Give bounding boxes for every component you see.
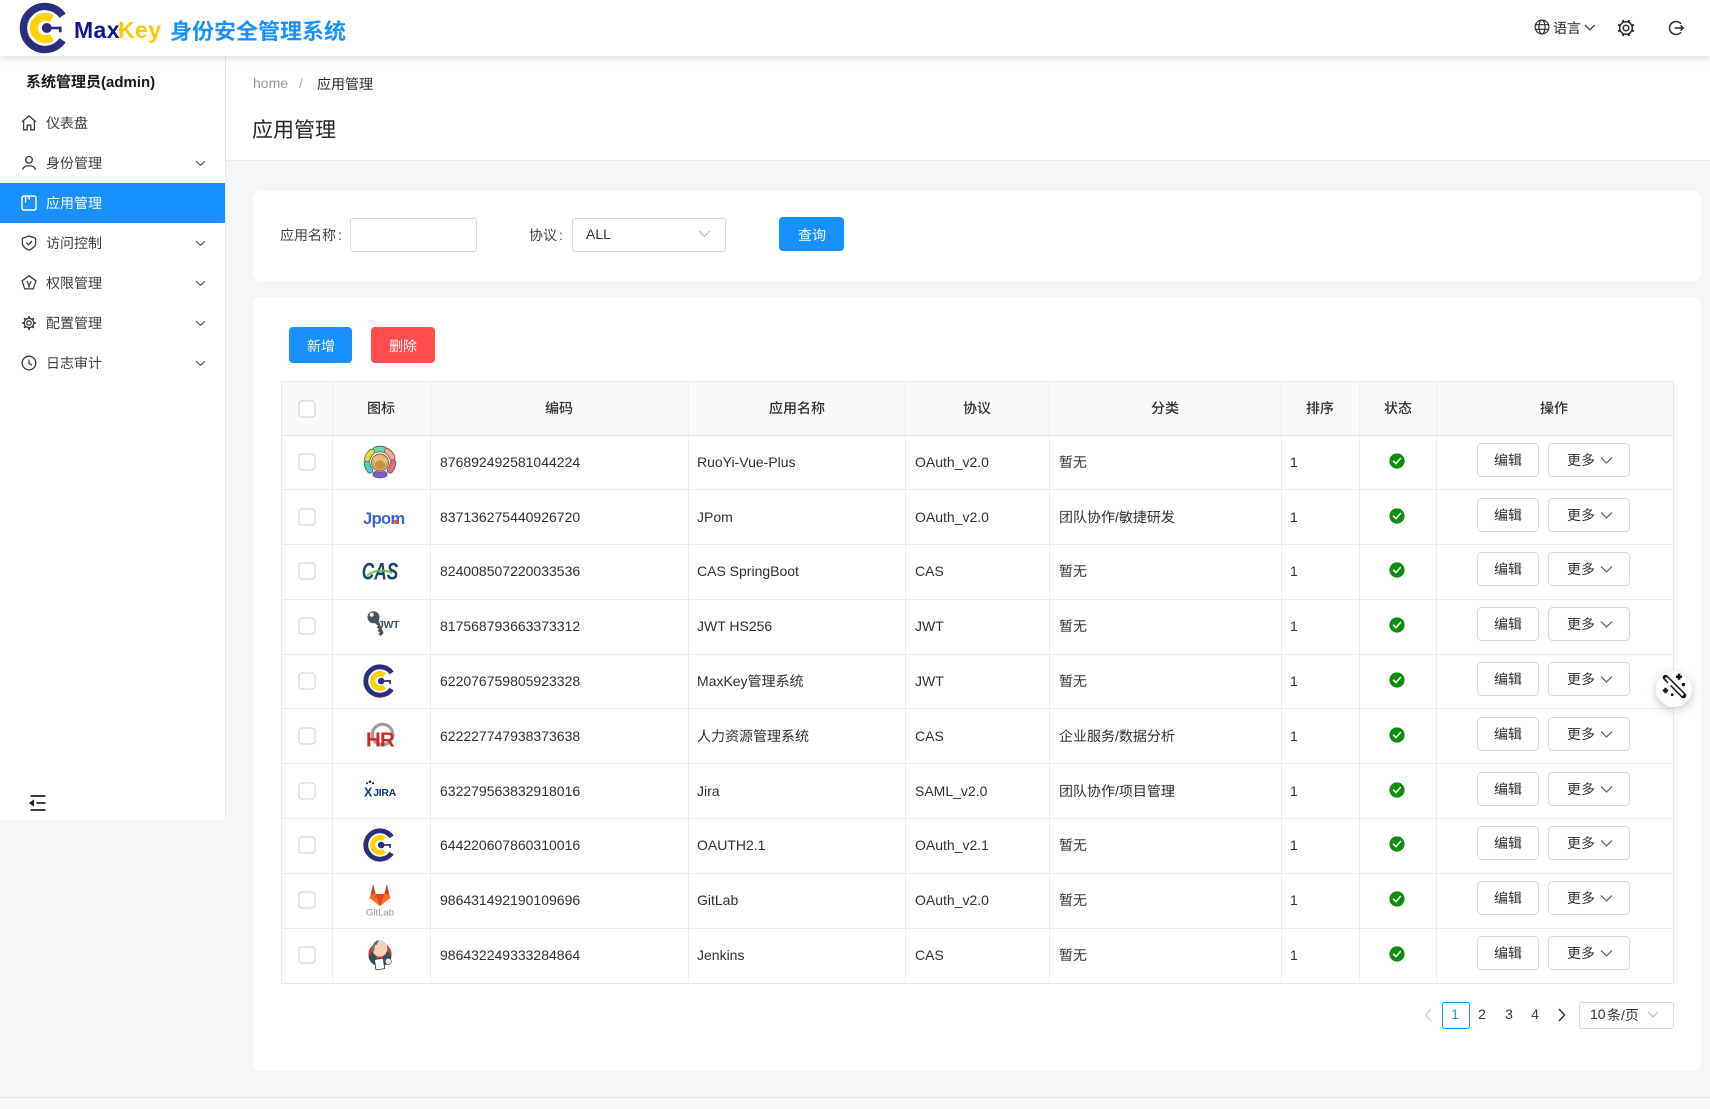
svg-text:OAUTH2.1: OAUTH2.1 [697, 837, 766, 853]
svg-text:4: 4 [1531, 1006, 1539, 1022]
svg-text:2: 2 [1478, 1006, 1486, 1022]
svg-text:OAuth_v2.0: OAuth_v2.0 [915, 509, 989, 525]
svg-text:837136275440926720: 837136275440926720 [440, 509, 580, 525]
svg-text:10: 10 [1590, 1006, 1606, 1022]
svg-text:HR: HR [366, 728, 395, 751]
svg-text:3: 3 [1505, 1006, 1513, 1022]
svg-text:824008507220033536: 824008507220033536 [440, 563, 580, 579]
svg-text:SAML_v2.0: SAML_v2.0 [915, 783, 988, 799]
svg-text:622076759805923328: 622076759805923328 [440, 673, 580, 689]
svg-text:CAS: CAS [915, 563, 944, 579]
svg-text:1: 1 [1290, 563, 1298, 579]
svg-text:JIRA: JIRA [373, 787, 396, 799]
svg-text:632279563832918016: 632279563832918016 [440, 783, 580, 799]
svg-text:1: 1 [1290, 892, 1298, 908]
svg-text:1: 1 [1290, 618, 1298, 634]
svg-text:1: 1 [1290, 454, 1298, 470]
svg-text:876892492581044224: 876892492581044224 [440, 454, 580, 470]
svg-text:1: 1 [1290, 673, 1298, 689]
svg-text:CAS SpringBoot: CAS SpringBoot [697, 563, 799, 579]
svg-text:home: home [253, 75, 288, 91]
svg-text:/: / [299, 75, 303, 91]
svg-text:ALL: ALL [586, 226, 611, 242]
svg-text:1: 1 [1290, 728, 1298, 744]
svg-text:622227747938373638: 622227747938373638 [440, 728, 580, 744]
svg-text:986431492190109696: 986431492190109696 [440, 892, 580, 908]
svg-text:JWT HS256: JWT HS256 [697, 618, 772, 634]
svg-text:Max: Max [74, 17, 120, 43]
svg-text:1: 1 [1290, 837, 1298, 853]
svg-text:GitLab: GitLab [697, 892, 738, 908]
svg-text:1: 1 [1290, 947, 1298, 963]
svg-text:1: 1 [1451, 1006, 1459, 1022]
svg-text:Key: Key [118, 17, 161, 43]
svg-text:JWT: JWT [915, 618, 944, 634]
svg-text:RuoYi-Vue-Plus: RuoYi-Vue-Plus [697, 454, 796, 470]
svg-text:X: X [364, 785, 373, 799]
svg-text:GitLab: GitLab [366, 908, 394, 919]
svg-text::: : [338, 227, 342, 243]
svg-text:CAS: CAS [915, 728, 944, 744]
svg-text:Jenkins: Jenkins [697, 947, 744, 963]
svg-text:986432249333284864: 986432249333284864 [440, 947, 580, 963]
svg-text:1: 1 [1290, 783, 1298, 799]
svg-text:CAS: CAS [361, 559, 398, 585]
svg-text:Jira: Jira [697, 783, 720, 799]
svg-text:JPom: JPom [697, 509, 733, 525]
svg-text:JWT: JWT [915, 673, 944, 689]
svg-text:JWT: JWT [378, 619, 400, 631]
svg-text:644220607860310016: 644220607860310016 [440, 837, 580, 853]
svg-text:1: 1 [1290, 509, 1298, 525]
svg-text:CAS: CAS [915, 947, 944, 963]
svg-text:817568793663373312: 817568793663373312 [440, 618, 580, 634]
svg-text:OAuth_v2.1: OAuth_v2.1 [915, 837, 989, 853]
svg-text::: : [559, 227, 563, 243]
svg-text:Jpom: Jpom [363, 510, 405, 528]
svg-text:OAuth_v2.0: OAuth_v2.0 [915, 892, 989, 908]
svg-text:OAuth_v2.0: OAuth_v2.0 [915, 454, 989, 470]
